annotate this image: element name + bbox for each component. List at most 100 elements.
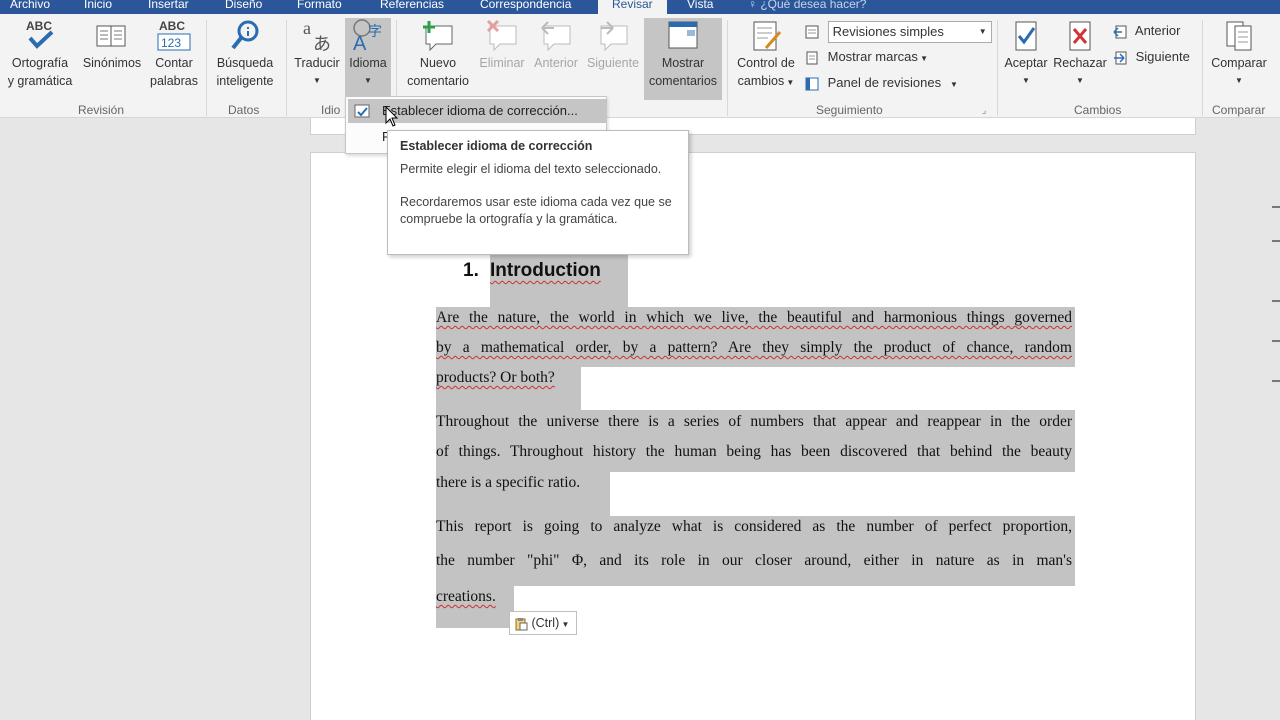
accept-button[interactable]: Aceptar ▼ bbox=[1000, 18, 1052, 90]
ribbon: ABC Ortografía y gramática Sinónimos ABC… bbox=[0, 14, 1280, 118]
show-comments-label-1: Mostrar bbox=[661, 56, 705, 70]
tooltip: Establecer idioma de corrección Permite … bbox=[387, 130, 689, 255]
word-count-button[interactable]: ABC 123 Contar palabras bbox=[148, 18, 200, 90]
paragraph-line: Are the nature, the world in which we li… bbox=[436, 309, 1072, 326]
reviewing-pane-button[interactable]: Panel de revisiones ▼ bbox=[804, 72, 958, 94]
heading-text: Introduction bbox=[490, 260, 601, 281]
paragraph-line: there is a specific ratio. bbox=[436, 474, 581, 491]
track-changes-icon bbox=[753, 21, 782, 51]
track-changes-label-2: cambios bbox=[737, 74, 785, 88]
next-comment-button[interactable]: Siguiente bbox=[584, 18, 642, 72]
delete-comment-label: Eliminar bbox=[479, 56, 525, 70]
group-separator bbox=[206, 20, 207, 116]
tab-insertar[interactable]: Insertar bbox=[148, 0, 189, 14]
accept-dropdown-arrow: ▼ bbox=[1022, 76, 1030, 85]
compare-button[interactable]: Comparar ▼ bbox=[1206, 18, 1272, 90]
show-comments-label-2: comentarios bbox=[648, 74, 718, 88]
next-comment-icon bbox=[600, 21, 628, 52]
proofing-language-icon bbox=[354, 104, 370, 118]
group-separator bbox=[286, 20, 287, 116]
language-dropdown-arrow: ▼ bbox=[364, 76, 372, 85]
group-separator bbox=[1202, 20, 1203, 116]
spelling-label-2: y gramática bbox=[7, 74, 73, 88]
tooltip-title: Establecer idioma de corrección bbox=[400, 139, 593, 153]
group-separator bbox=[997, 20, 998, 116]
paragraph-line: of things. Throughout history the human … bbox=[436, 443, 1072, 460]
show-markup-button[interactable]: Mostrar marcas ▼ bbox=[804, 46, 928, 68]
tab-revisar[interactable]: Revisar bbox=[598, 0, 667, 14]
spelling-grammar-button[interactable]: ABC Ortografía y gramática bbox=[4, 18, 76, 90]
previous-change-icon bbox=[1113, 25, 1127, 39]
new-comment-button[interactable]: Nuevo comentario bbox=[400, 18, 476, 90]
tab-formato[interactable]: Formato bbox=[297, 0, 342, 14]
scroll-marker bbox=[1272, 340, 1280, 342]
tell-me-search[interactable]: ♀ ¿Qué desea hacer? bbox=[748, 0, 866, 14]
tell-me-placeholder: ¿Qué desea hacer? bbox=[760, 0, 867, 11]
scroll-marker bbox=[1272, 240, 1280, 242]
previous-comment-button[interactable]: Anterior bbox=[530, 18, 582, 72]
previous-change-label: Anterior bbox=[1134, 23, 1181, 38]
delete-comment-icon bbox=[486, 19, 517, 52]
paste-options-button[interactable]: (Ctrl) ▼ bbox=[509, 611, 577, 635]
paragraph-line: products? Or both? bbox=[436, 369, 555, 386]
book-icon bbox=[96, 25, 126, 47]
language-button[interactable]: A 字 Idioma ▼ bbox=[345, 18, 391, 98]
reviewing-pane-label: Panel de revisiones bbox=[827, 75, 942, 90]
language-globe-icon: A 字 bbox=[353, 19, 382, 52]
vertical-scrollbar[interactable] bbox=[1270, 118, 1280, 720]
dialog-launcher-icon[interactable]: ⌟ bbox=[982, 105, 986, 116]
reject-icon bbox=[1069, 21, 1091, 51]
paste-options-label: (Ctrl) bbox=[531, 616, 560, 630]
lightbulb-icon: ♀ bbox=[748, 0, 761, 11]
tab-vista[interactable]: Vista bbox=[687, 0, 713, 14]
ribbon-tab-bar: Archivo Inicio Insertar Diseño Formato R… bbox=[0, 0, 1280, 14]
tab-correspondencia[interactable]: Correspondencia bbox=[480, 0, 571, 14]
translate-label: Traducir bbox=[294, 56, 340, 70]
smart-lookup-label-1: Búsqueda bbox=[216, 56, 274, 70]
track-changes-label-1: Control de bbox=[737, 56, 795, 70]
smart-lookup-button[interactable]: Búsqueda inteligente bbox=[210, 18, 280, 90]
tab-archivo[interactable]: Archivo bbox=[10, 0, 50, 14]
magnifier-icon bbox=[231, 20, 259, 50]
word-count-label-2: palabras bbox=[150, 74, 198, 88]
reject-button[interactable]: Rechazar ▼ bbox=[1052, 18, 1108, 90]
new-comment-label-1: Nuevo bbox=[419, 56, 457, 70]
compare-icon bbox=[1226, 21, 1252, 51]
translate-icon: a あ bbox=[303, 18, 331, 52]
tooltip-description: Permite elegir el idioma del texto selec… bbox=[400, 162, 662, 176]
spelling-label-1: Ortografía bbox=[11, 56, 69, 70]
paragraph-line: the number "phi" Φ, and its role in our … bbox=[436, 552, 1072, 569]
next-change-icon bbox=[1114, 51, 1127, 65]
paragraph-line: Throughout the universe there is a serie… bbox=[436, 413, 1072, 430]
markup-view-select[interactable]: Revisiones simples ▼ bbox=[827, 20, 992, 43]
svg-text:A: A bbox=[353, 33, 367, 52]
group-label-datos: Datos bbox=[228, 103, 260, 117]
translate-dropdown-arrow: ▼ bbox=[313, 76, 321, 85]
tab-referencias[interactable]: Referencias bbox=[380, 0, 444, 14]
reject-dropdown-arrow: ▼ bbox=[1076, 76, 1084, 85]
scroll-marker bbox=[1272, 380, 1280, 382]
word-count-icon: ABC 123 bbox=[157, 19, 191, 51]
thesaurus-button[interactable]: Sinónimos bbox=[78, 18, 146, 72]
delete-comment-button[interactable]: Eliminar bbox=[476, 18, 528, 72]
track-changes-button[interactable]: Control de cambios ▼ bbox=[731, 18, 801, 92]
group-label-revision: Revisión bbox=[78, 103, 125, 117]
previous-change-button[interactable]: Anterior bbox=[1112, 20, 1180, 42]
compare-label: Comparar bbox=[1211, 56, 1267, 70]
scroll-marker bbox=[1272, 206, 1280, 208]
smart-lookup-label-2: inteligente bbox=[216, 74, 274, 88]
show-comments-icon bbox=[668, 21, 698, 49]
svg-text:ABC: ABC bbox=[159, 19, 185, 33]
svg-text:字: 字 bbox=[368, 23, 382, 39]
tab-inicio[interactable]: Inicio bbox=[84, 0, 112, 14]
translate-button[interactable]: a あ Traducir ▼ bbox=[290, 18, 344, 90]
group-label-cambios: Cambios bbox=[1074, 103, 1122, 117]
next-change-button[interactable]: Siguiente bbox=[1112, 46, 1190, 68]
group-separator bbox=[727, 20, 728, 116]
show-comments-button[interactable]: Mostrar comentarios bbox=[644, 18, 722, 100]
svg-text:a: a bbox=[303, 18, 311, 38]
tab-diseno[interactable]: Diseño bbox=[225, 0, 262, 14]
thesaurus-label: Sinónimos bbox=[82, 56, 142, 70]
new-comment-label-2: comentario bbox=[407, 74, 469, 88]
clipboard-icon bbox=[515, 617, 528, 631]
